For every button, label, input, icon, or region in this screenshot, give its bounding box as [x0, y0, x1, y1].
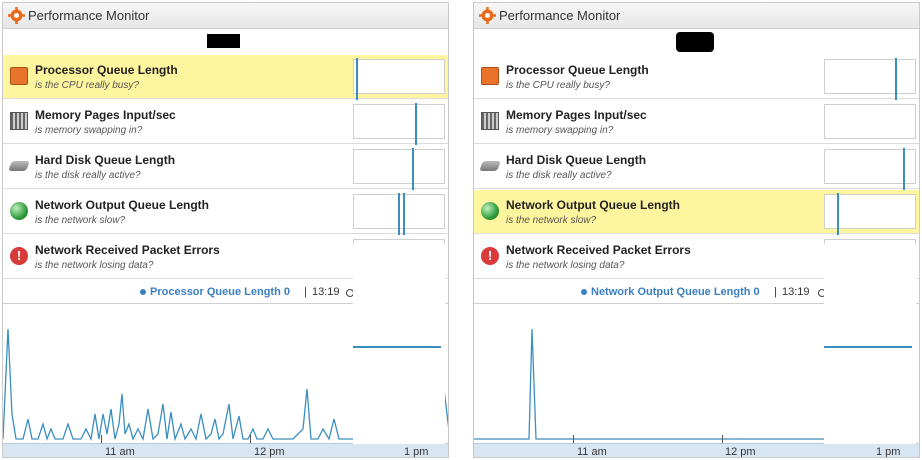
memory-icon [10, 112, 28, 130]
x-tick-label: 1 pm [876, 446, 901, 458]
x-tick-mark [573, 435, 574, 443]
gear-icon[interactable] [8, 7, 25, 24]
metric-label: Hard Disk Queue Length [35, 153, 176, 167]
metric-label: Memory Pages Input/sec [506, 108, 647, 122]
legend-series-name: Network Output Queue Length 0 [591, 286, 760, 298]
performance-monitor-panel-1: Performance Monitor Processor Queue Leng… [2, 2, 449, 458]
metric-label: Hard Disk Queue Length [506, 153, 647, 167]
metric-label: Network Output Queue Length [506, 198, 680, 212]
series-line [3, 328, 353, 442]
metric-label: Network Output Queue Length [35, 198, 209, 212]
sparkline-bar [412, 148, 414, 192]
time-axis-bar[interactable] [474, 443, 919, 457]
sparkline [824, 148, 916, 192]
redacted-block [676, 32, 714, 52]
performance-monitor-panel-2: Performance Monitor Processor Queue Leng… [473, 2, 920, 458]
legend-separator: | [774, 286, 777, 298]
series-line [474, 328, 824, 440]
sparkline-bar [837, 193, 839, 237]
legend-marker [140, 289, 146, 295]
x-tick-mark [722, 435, 723, 443]
sparkline [353, 193, 445, 237]
metric-label: Network Received Packet Errors [506, 243, 691, 257]
x-tick-label: 1 pm [404, 446, 429, 458]
cpu-icon [10, 67, 28, 85]
cpu-icon [481, 67, 499, 85]
x-tick-label: 11 am [577, 446, 607, 458]
legend-series-name: Processor Queue Length 0 [150, 286, 290, 298]
metric-description: is the network slow? [506, 215, 597, 226]
metric-description: is memory swapping in? [506, 125, 614, 136]
panel-title-bar: Performance Monitor [474, 3, 919, 29]
error-icon: ! [481, 247, 499, 265]
popup-sparkline-overlay [353, 244, 445, 444]
metric-description: is the network slow? [35, 215, 126, 226]
hard-disk-icon [479, 161, 501, 171]
metric-row-processor-queue[interactable]: Processor Queue Length is the CPU really… [474, 55, 919, 102]
metric-row-memory-pages[interactable]: Memory Pages Input/sec is memory swappin… [3, 100, 448, 147]
network-globe-icon [481, 202, 499, 220]
sparkline-bar [903, 148, 905, 192]
sparkline [353, 148, 445, 192]
metric-label: Network Received Packet Errors [35, 243, 220, 257]
metric-label: Processor Queue Length [35, 63, 178, 77]
sparkline-bar [356, 58, 358, 102]
metric-description: is the network losing data? [506, 260, 625, 271]
metric-description: is the disk really active? [35, 170, 141, 181]
metric-row-memory-pages[interactable]: Memory Pages Input/sec is memory swappin… [474, 100, 919, 144]
metric-description: is memory swapping in? [35, 125, 143, 136]
legend-separator: | [304, 286, 307, 298]
sparkline [824, 193, 916, 237]
metric-row-hard-disk[interactable]: Hard Disk Queue Length is the disk reall… [3, 145, 448, 192]
metric-description: is the CPU really busy? [506, 80, 610, 91]
x-tick-label: 11 am [105, 446, 135, 458]
metric-row-network-output[interactable]: Network Output Queue Length is the netwo… [474, 190, 919, 237]
panel-title: Performance Monitor [28, 8, 150, 23]
metric-row-hard-disk[interactable]: Hard Disk Queue Length is the disk reall… [474, 145, 919, 192]
legend-marker [581, 289, 587, 295]
x-tick-mark [101, 435, 102, 443]
sparkline [824, 58, 916, 102]
overlay-series-line [824, 346, 912, 348]
metric-description: is the disk really active? [506, 170, 612, 181]
x-tick-label: 12 pm [725, 446, 756, 458]
legend-time: 13:19 [312, 286, 340, 298]
sparkline-bar [403, 193, 405, 237]
hard-disk-icon [8, 161, 30, 171]
time-axis-bar[interactable] [3, 443, 448, 457]
x-tick-label: 12 pm [254, 446, 285, 458]
sparkline [824, 104, 916, 139]
sparkline-bar [398, 193, 400, 237]
legend-time: 13:19 [782, 286, 810, 298]
overlay-series-line [353, 346, 441, 348]
metric-row-network-output[interactable]: Network Output Queue Length is the netwo… [3, 190, 448, 237]
metric-label: Memory Pages Input/sec [35, 108, 176, 122]
metric-description: is the network losing data? [35, 260, 154, 271]
memory-icon [481, 112, 499, 130]
sparkline-bar [415, 103, 417, 147]
sparkline [353, 58, 445, 102]
panel-title: Performance Monitor [499, 8, 621, 23]
metric-label: Processor Queue Length [506, 63, 649, 77]
sparkline-bar [895, 58, 897, 102]
gear-icon[interactable] [479, 7, 496, 24]
metric-row-processor-queue[interactable]: Processor Queue Length is the CPU really… [3, 55, 448, 102]
x-tick-mark [250, 435, 251, 443]
metric-description: is the CPU really busy? [35, 80, 139, 91]
network-globe-icon [10, 202, 28, 220]
sparkline [353, 103, 445, 147]
redacted-block [207, 34, 240, 48]
popup-sparkline-overlay [824, 244, 916, 444]
panel-title-bar: Performance Monitor [3, 3, 448, 29]
error-icon: ! [10, 247, 28, 265]
